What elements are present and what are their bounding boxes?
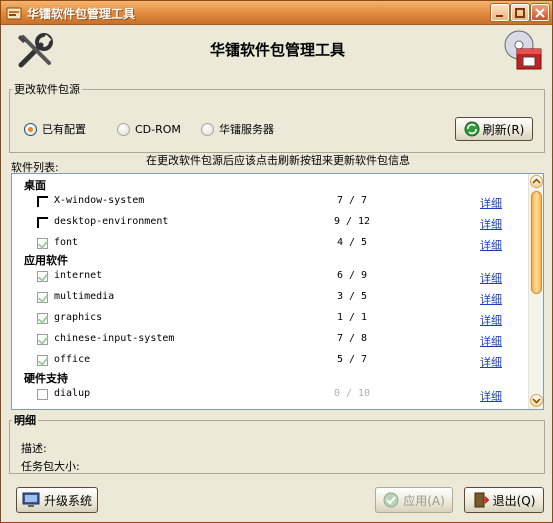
package-checkbox[interactable]	[37, 217, 48, 228]
apply-button[interactable]: 应用(A)	[375, 487, 453, 513]
package-name: X-window-system	[54, 195, 145, 206]
package-count: 7 / 7	[336, 195, 368, 206]
package-name: multimedia	[54, 291, 115, 302]
close-icon	[535, 8, 545, 18]
detail-link[interactable]: 详细	[480, 237, 502, 253]
package-checkbox[interactable]	[37, 334, 48, 345]
package-name: font	[54, 237, 79, 248]
detail-link[interactable]: 详细	[480, 270, 502, 286]
description-label: 描述:	[21, 442, 47, 455]
package-name: chinese-input-system	[54, 333, 175, 344]
radio-indicator[interactable]	[201, 122, 214, 136]
radio-label: 已有配置	[42, 123, 86, 136]
detail-link[interactable]: 详细	[480, 312, 502, 328]
upgrade-system-button[interactable]: 升级系统	[16, 487, 98, 513]
package-row[interactable]: dialup 0 / 10 详细	[12, 385, 530, 405]
chevron-down-icon	[532, 398, 541, 404]
maximize-icon	[515, 8, 525, 18]
upgrade-system-label: 升级系统	[43, 493, 92, 508]
main-window: 华镭软件包管理工具 华镭软件包管理工具 更改软件包源 已有配置 CD-ROM 华…	[0, 0, 553, 523]
window-title: 华镭软件包管理工具	[27, 7, 136, 21]
package-count: 9 / 12	[333, 216, 371, 227]
package-checkbox[interactable]	[37, 271, 48, 282]
detail-link[interactable]: 详细	[480, 354, 502, 370]
exit-button[interactable]: 退出(Q)	[464, 487, 544, 513]
package-row[interactable]: desktop-environment 9 / 12 详细	[12, 213, 530, 233]
package-count: 3 / 5	[336, 291, 368, 302]
scroll-down-button[interactable]	[530, 394, 543, 407]
detail-link[interactable]: 详细	[480, 333, 502, 349]
monitor-icon	[22, 492, 40, 507]
package-count: 1 / 1	[336, 312, 368, 323]
title-bar[interactable]: 华镭软件包管理工具	[1, 1, 552, 25]
package-count: 4 / 5	[336, 237, 368, 248]
package-checkbox[interactable]	[37, 389, 48, 400]
detail-link[interactable]: 详细	[480, 388, 502, 404]
package-count: 7 / 8	[336, 333, 368, 344]
package-row[interactable]: office 5 / 7 详细	[12, 351, 530, 371]
radio-existing-config[interactable]: 已有配置	[24, 121, 86, 137]
detail-group-label: 明细	[14, 414, 36, 427]
minimize-icon	[496, 15, 503, 17]
detail-group: 明细 描述: 任务包大小:	[9, 412, 545, 474]
refresh-label: 刷新(R)	[482, 122, 525, 137]
package-count: 6 / 9	[336, 270, 368, 281]
package-row[interactable]: X-window-system 7 / 7 详细	[12, 192, 530, 212]
refresh-button[interactable]: 刷新(R)	[455, 117, 533, 141]
scroll-up-button[interactable]	[530, 175, 543, 188]
radio-hualei-server[interactable]: 华镭服务器	[201, 121, 274, 137]
refresh-icon	[464, 121, 480, 137]
package-count: 5 / 7	[336, 354, 368, 365]
package-checkbox[interactable]	[37, 355, 48, 366]
package-row[interactable]: multimedia 3 / 5 详细	[12, 288, 530, 308]
package-box-icon	[504, 30, 542, 70]
detail-link[interactable]: 详细	[480, 291, 502, 307]
scroll-thumb[interactable]	[531, 191, 542, 294]
package-name: internet	[54, 270, 103, 281]
package-checkbox[interactable]	[37, 292, 48, 303]
radio-label: 华镭服务器	[219, 123, 274, 136]
package-count: 0 / 10	[333, 388, 371, 399]
package-checkbox[interactable]	[37, 196, 48, 207]
source-note: 在更改软件包源后应该点击刷新按钮来更新软件包信息	[146, 154, 410, 167]
package-name: dialup	[54, 388, 91, 399]
package-checkbox[interactable]	[37, 238, 48, 249]
package-name: office	[54, 354, 91, 365]
chevron-up-icon	[532, 178, 541, 184]
package-name: graphics	[54, 312, 103, 323]
header-title: 华镭软件包管理工具	[209, 41, 345, 59]
source-group-label: 更改软件包源	[14, 83, 80, 96]
radio-indicator[interactable]	[24, 122, 37, 136]
exit-label: 退出(Q)	[492, 493, 536, 508]
package-row[interactable]: font 4 / 5 详细	[12, 234, 530, 254]
vertical-scrollbar[interactable]	[528, 174, 543, 409]
maximize-button[interactable]	[511, 4, 529, 21]
source-group: 更改软件包源 已有配置 CD-ROM 华镭服务器 刷新(R) 在更改软件包源后应…	[9, 81, 545, 167]
apply-icon	[383, 492, 399, 508]
package-size-label: 任务包大小:	[21, 460, 80, 473]
minimize-button[interactable]	[491, 4, 509, 21]
package-name: desktop-environment	[54, 216, 169, 227]
radio-cdrom[interactable]: CD-ROM	[117, 121, 181, 137]
radio-label: CD-ROM	[135, 122, 181, 136]
close-button[interactable]	[531, 4, 549, 21]
radio-indicator[interactable]	[117, 122, 130, 136]
package-row[interactable]: chinese-input-system 7 / 8 详细	[12, 330, 530, 350]
detail-link[interactable]: 详细	[480, 216, 502, 232]
package-checkbox[interactable]	[37, 313, 48, 324]
detail-link[interactable]: 详细	[480, 195, 502, 211]
exit-door-icon	[474, 492, 489, 508]
package-row[interactable]: graphics 1 / 1 详细	[12, 309, 530, 329]
package-row[interactable]: internet 6 / 9 详细	[12, 267, 530, 287]
package-list[interactable]: 桌面 X-window-system 7 / 7 详细 desktop-envi…	[11, 173, 544, 410]
apply-label: 应用(A)	[403, 493, 445, 508]
app-icon	[6, 7, 22, 20]
